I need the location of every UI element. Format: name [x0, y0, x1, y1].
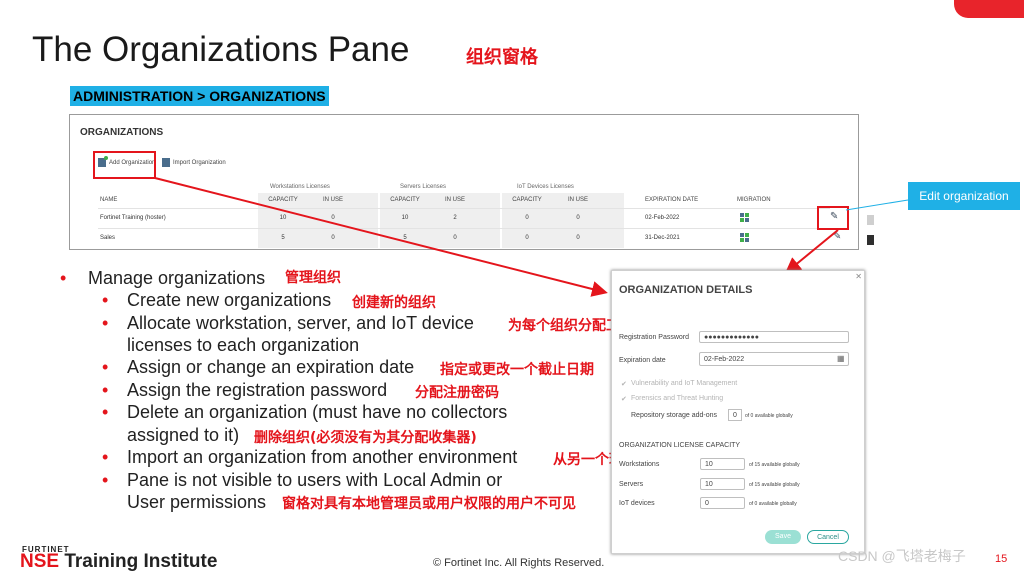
calendar-icon[interactable]: ▦ — [837, 354, 845, 363]
password-annotation: 分配注册密码 — [415, 385, 499, 401]
iot-note: of 0 available globally — [749, 501, 797, 507]
watermark: CSDN @飞塔老梅子 — [838, 548, 966, 564]
create-annotation: 创建新的组织 — [352, 295, 436, 311]
repo-stepper[interactable]: 0 — [728, 409, 742, 421]
forensics-label: Forensics and Threat Hunting — [631, 395, 724, 402]
bullet-delete-cont: assigned to it) — [127, 425, 240, 445]
servers-label: Servers — [619, 481, 644, 488]
dialog-title: ORGANIZATION DETAILS — [619, 284, 753, 296]
bullet-allocate-cont: licenses to each organization — [127, 335, 360, 355]
workstations-field[interactable]: 10 — [700, 458, 745, 470]
organization-details-dialog: ✕ ORGANIZATION DETAILS Registration Pass… — [611, 270, 865, 554]
workstations-note: of 15 available globally — [749, 462, 800, 468]
iot-label: IoT devices — [619, 500, 655, 507]
edit-organization-callout: Edit organization — [908, 182, 1020, 210]
repo-label: Repository storage add-ons — [631, 412, 717, 419]
manage-annotation: 管理组织 — [285, 270, 341, 286]
iot-field[interactable]: 0 — [700, 497, 745, 509]
servers-note: of 15 available globally — [749, 482, 800, 488]
copyright: © Fortinet Inc. All Rights Reserved. — [433, 557, 605, 569]
callout-line — [845, 199, 909, 211]
servers-field[interactable]: 10 — [700, 478, 745, 490]
edit-arrow — [784, 229, 839, 274]
cancel-button[interactable]: Cancel — [807, 530, 849, 544]
bullet-visible-cont: User permissions — [127, 492, 267, 512]
capacity-title: ORGANIZATION LICENSE CAPACITY — [619, 442, 741, 449]
check-icon: ✔ — [621, 396, 627, 403]
close-icon[interactable]: ✕ — [855, 272, 862, 281]
repo-note: of 0 available globally — [745, 413, 793, 419]
delete-annotation: 删除组织(必须没有为其分配收集器) — [254, 430, 477, 446]
visible-annotation: 窗格对具有本地管理员或用户权限的用户不可见 — [282, 496, 576, 512]
reg-password-field[interactable]: ●●●●●●●●●●●●● — [699, 331, 849, 343]
save-button[interactable]: Save — [765, 530, 801, 544]
workstations-label: Workstations — [619, 461, 660, 468]
check-icon: ✔ — [621, 381, 627, 388]
expire-annotation: 指定或更改一个截止日期 — [440, 362, 594, 378]
expiration-label: Expiration date — [619, 357, 666, 364]
vuln-label: Vulnerability and IoT Management — [631, 380, 738, 387]
page-number: 15 — [995, 553, 1008, 565]
expiration-field[interactable]: 02-Feb-2022 — [699, 352, 849, 366]
nse-logo: NSE Training Institute — [20, 551, 218, 572]
reg-password-label: Registration Password — [619, 334, 690, 341]
